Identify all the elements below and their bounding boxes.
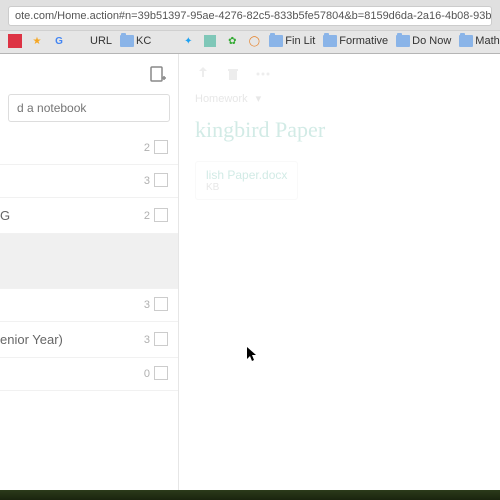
bookmark-item[interactable]: Math — [457, 33, 500, 49]
bookmark-label: Fin Lit — [285, 35, 315, 47]
bookmark-label: KC — [136, 35, 151, 47]
stack-icon — [156, 368, 168, 380]
google-multi-icon: G — [52, 34, 66, 48]
bookmark-label: Formative — [339, 35, 388, 47]
notebook-meta: 2 — [144, 142, 168, 154]
notebook-item[interactable]: 0 — [0, 358, 178, 391]
notebook-item[interactable] — [0, 234, 178, 289]
bookmark-item[interactable] — [157, 33, 175, 49]
desktop-background — [0, 490, 500, 500]
bookmarks-bar: ★GURLKC✦✿◯Fin LitFormativeDo NowMathCPS — [0, 30, 500, 53]
browser-chrome: ote.com/Home.action#n=39b51397-95ae-4276… — [0, 0, 500, 54]
new-notebook-icon[interactable] — [148, 64, 168, 84]
note-header: Homework ▾ kingbird Paper lish Paper.doc… — [179, 54, 500, 206]
apple-red-icon — [159, 34, 173, 48]
grid-red-icon — [8, 34, 22, 48]
notebook-meta: 3 — [144, 334, 168, 346]
address-bar[interactable]: ote.com/Home.action#n=39b51397-95ae-4276… — [8, 6, 492, 26]
bookmark-item[interactable]: G — [50, 33, 68, 49]
bookmark-item[interactable]: ✿ — [223, 33, 241, 49]
notebook-list: 23G23enior Year)30 — [0, 132, 178, 498]
more-icon[interactable] — [255, 66, 271, 82]
chevron-down-icon: ▾ — [256, 92, 262, 105]
bookmark-item[interactable] — [6, 33, 24, 49]
stack-icon — [156, 334, 168, 346]
circle-orange-icon: ◯ — [247, 34, 261, 48]
search-wrap — [0, 90, 178, 132]
notebook-sidebar: 23G23enior Year)30 — [0, 54, 179, 498]
notebook-item[interactable]: 3 — [0, 289, 178, 322]
star-yellow-icon: ★ — [30, 34, 44, 48]
notebook-count: 3 — [144, 334, 150, 346]
notebook-meta: 2 — [144, 210, 168, 222]
notebook-count: 3 — [144, 175, 150, 187]
notebook-count: 3 — [144, 299, 150, 311]
bookmark-item[interactable]: ★ — [28, 33, 46, 49]
notebook-item[interactable]: enior Year) 3 — [0, 322, 178, 358]
folder-icon — [323, 34, 337, 48]
bookmark-item[interactable] — [201, 33, 219, 49]
folder-icon — [120, 34, 134, 48]
notebook-crumb: Homework — [195, 93, 248, 105]
sidebar-top — [0, 54, 178, 90]
stack-icon — [156, 142, 168, 154]
bookmark-item[interactable]: ✦ — [179, 33, 197, 49]
mouse-cursor — [247, 347, 259, 366]
folder-icon — [459, 34, 473, 48]
leaf-green-icon: ✿ — [225, 34, 239, 48]
bookmark-item[interactable]: Formative — [321, 33, 390, 49]
bookmark-label: URL — [90, 35, 112, 47]
notebook-count: 2 — [144, 210, 150, 222]
bookmark-label: Do Now — [412, 35, 451, 47]
note-green-icon — [203, 34, 217, 48]
stack-icon — [156, 299, 168, 311]
note-title[interactable]: kingbird Paper — [195, 117, 484, 143]
note-breadcrumb[interactable]: Homework ▾ — [195, 92, 484, 105]
note-toolbar — [195, 66, 484, 82]
bookmark-item[interactable]: URL — [72, 33, 114, 49]
notebook-count: 0 — [144, 368, 150, 380]
notebook-search-input[interactable] — [8, 94, 170, 122]
text-icon — [74, 34, 88, 48]
bookmark-item[interactable]: Fin Lit — [267, 33, 317, 49]
notebook-item[interactable]: 2 — [0, 132, 178, 165]
stack-icon — [156, 210, 168, 222]
attachment-size: KB — [206, 182, 287, 193]
share-icon[interactable] — [195, 66, 211, 82]
notebook-meta: 3 — [144, 175, 168, 187]
folder-icon — [269, 34, 283, 48]
notebook-meta: 3 — [144, 299, 168, 311]
app: 23G23enior Year)30 Homework ▾ kingbird P… — [0, 54, 500, 498]
bookmark-item[interactable]: Do Now — [394, 33, 453, 49]
note-main: Homework ▾ kingbird Paper lish Paper.doc… — [179, 54, 500, 498]
trash-icon[interactable] — [225, 66, 241, 82]
attachment-name: lish Paper.docx — [206, 168, 287, 182]
stack-icon — [156, 175, 168, 187]
address-row: ote.com/Home.action#n=39b51397-95ae-4276… — [0, 0, 500, 30]
notebook-meta: 0 — [144, 368, 168, 380]
notebook-label: enior Year) — [0, 332, 63, 347]
notebook-label: G — [0, 208, 10, 223]
twitter-blue-icon: ✦ — [181, 34, 195, 48]
bookmark-item[interactable]: ◯ — [245, 33, 263, 49]
notebook-item[interactable]: G2 — [0, 198, 178, 234]
folder-icon — [396, 34, 410, 48]
bookmark-item[interactable]: KC — [118, 33, 153, 49]
bookmark-label: Math — [475, 35, 499, 47]
notebook-item[interactable]: 3 — [0, 165, 178, 198]
attachment-card[interactable]: lish Paper.docx KB — [195, 161, 298, 200]
notebook-count: 2 — [144, 142, 150, 154]
